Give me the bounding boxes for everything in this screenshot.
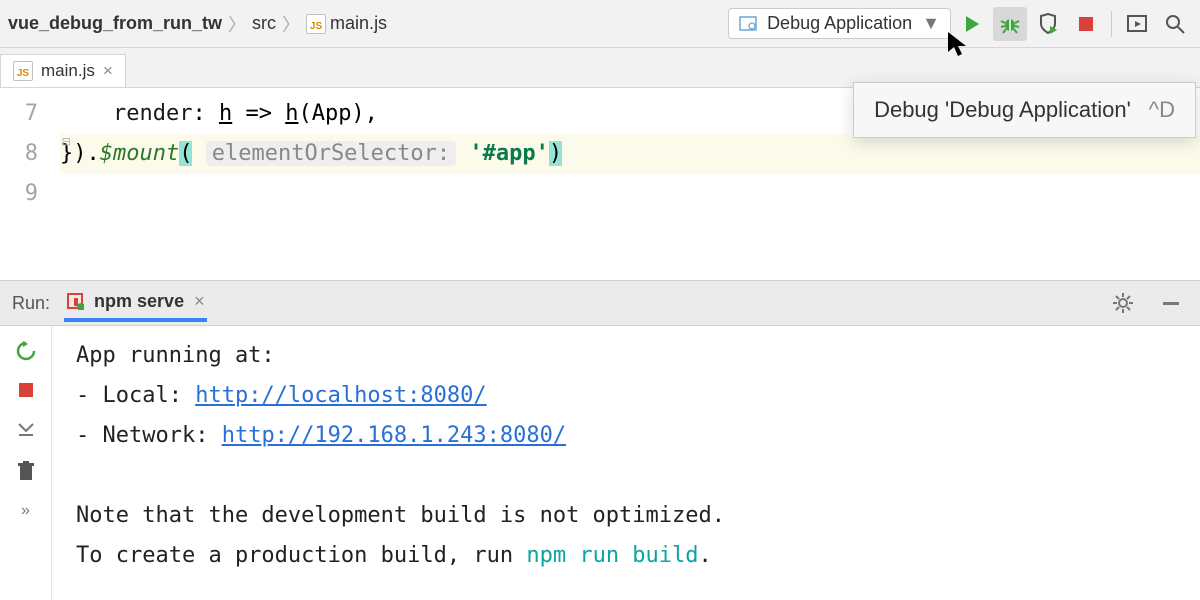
run-config-selector[interactable]: Debug Application ▼ bbox=[728, 8, 951, 39]
more-button[interactable]: » bbox=[21, 502, 30, 520]
browser-icon bbox=[739, 15, 757, 33]
rerun-button[interactable] bbox=[15, 340, 37, 362]
stop-icon bbox=[1077, 15, 1095, 33]
breadcrumb[interactable]: vue_debug_from_run_tw 〉 src 〉 JS main.js bbox=[8, 11, 387, 37]
gear-icon bbox=[1112, 292, 1134, 314]
js-file-icon: JS bbox=[306, 14, 326, 34]
console-line bbox=[76, 456, 1176, 496]
run-panel-tab[interactable]: npm serve × bbox=[64, 285, 207, 322]
network-url-link[interactable]: http://192.168.1.243:8080/ bbox=[222, 423, 566, 448]
run-tab-label: npm serve bbox=[94, 291, 184, 312]
run-settings-button[interactable] bbox=[1106, 286, 1140, 320]
debug-button[interactable] bbox=[993, 7, 1027, 41]
chevron-more-icon: » bbox=[21, 502, 30, 519]
side-stop-button[interactable] bbox=[18, 382, 34, 398]
code-line: }).$mount( elementOrSelector: '#app') bbox=[60, 134, 1200, 174]
scroll-down-icon bbox=[15, 418, 37, 440]
chevron-down-icon: ▼ bbox=[922, 13, 940, 34]
scroll-to-end-button[interactable] bbox=[15, 418, 37, 440]
stop-button[interactable] bbox=[1069, 7, 1103, 41]
console-line: To create a production build, run npm ru… bbox=[76, 536, 1176, 576]
close-icon[interactable]: × bbox=[103, 61, 113, 81]
fold-marker-icon[interactable]: ⊟ bbox=[62, 134, 70, 150]
breadcrumb-folder[interactable]: src bbox=[252, 13, 276, 34]
editor-tab-label: main.js bbox=[41, 61, 95, 81]
parameter-hint: elementOrSelector: bbox=[206, 141, 456, 166]
minimize-icon bbox=[1161, 293, 1181, 313]
tooltip-shortcut: ^D bbox=[1149, 97, 1175, 123]
search-icon bbox=[1164, 13, 1186, 35]
console-line: Note that the development build is not o… bbox=[76, 496, 1176, 536]
chevron-right-icon: 〉 bbox=[228, 11, 246, 37]
search-button[interactable] bbox=[1158, 7, 1192, 41]
rerun-icon bbox=[15, 340, 37, 362]
console-line: - Network: http://192.168.1.243:8080/ bbox=[76, 416, 1176, 456]
play-icon bbox=[962, 14, 982, 34]
run-config-label: Debug Application bbox=[767, 13, 912, 34]
console-output[interactable]: App running at: - Local: http://localhos… bbox=[52, 326, 1200, 600]
run-panel-header: Run: npm serve × bbox=[0, 280, 1200, 326]
minimize-panel-button[interactable] bbox=[1154, 286, 1188, 320]
line-number: 8 bbox=[0, 134, 38, 174]
local-url-link[interactable]: http://localhost:8080/ bbox=[195, 383, 486, 408]
coverage-button[interactable] bbox=[1031, 7, 1065, 41]
close-icon[interactable]: × bbox=[194, 291, 205, 312]
run-side-toolbar: » bbox=[0, 326, 52, 600]
line-number: 7 bbox=[0, 94, 38, 134]
chevron-right-icon: 〉 bbox=[282, 11, 300, 37]
js-file-icon: JS bbox=[13, 61, 33, 81]
editor-tab[interactable]: JS main.js × bbox=[0, 54, 126, 87]
tooltip-text: Debug 'Debug Application' bbox=[874, 97, 1131, 123]
window-play-icon bbox=[1126, 13, 1148, 35]
trash-icon bbox=[16, 460, 36, 482]
top-toolbar: vue_debug_from_run_tw 〉 src 〉 JS main.js… bbox=[0, 0, 1200, 48]
delete-button[interactable] bbox=[16, 460, 36, 482]
console-line: App running at: bbox=[76, 336, 1176, 376]
bug-icon bbox=[999, 13, 1021, 35]
debug-tooltip: Debug 'Debug Application' ^D bbox=[853, 82, 1196, 138]
run-panel-label: Run: bbox=[12, 293, 50, 314]
line-number: 9 bbox=[0, 174, 38, 214]
code-line bbox=[60, 174, 1200, 214]
npm-icon bbox=[66, 292, 84, 310]
run-panel-body: » App running at: - Local: http://localh… bbox=[0, 326, 1200, 600]
run-button[interactable] bbox=[955, 7, 989, 41]
shield-play-icon bbox=[1037, 13, 1059, 35]
console-line: - Local: http://localhost:8080/ bbox=[76, 376, 1176, 416]
breadcrumb-project[interactable]: vue_debug_from_run_tw bbox=[8, 13, 222, 34]
stop-icon bbox=[18, 382, 34, 398]
breadcrumb-file[interactable]: main.js bbox=[330, 13, 387, 34]
open-toolwindow-button[interactable] bbox=[1120, 7, 1154, 41]
separator bbox=[1111, 11, 1112, 37]
line-gutter: 7 8 9 bbox=[0, 88, 60, 280]
